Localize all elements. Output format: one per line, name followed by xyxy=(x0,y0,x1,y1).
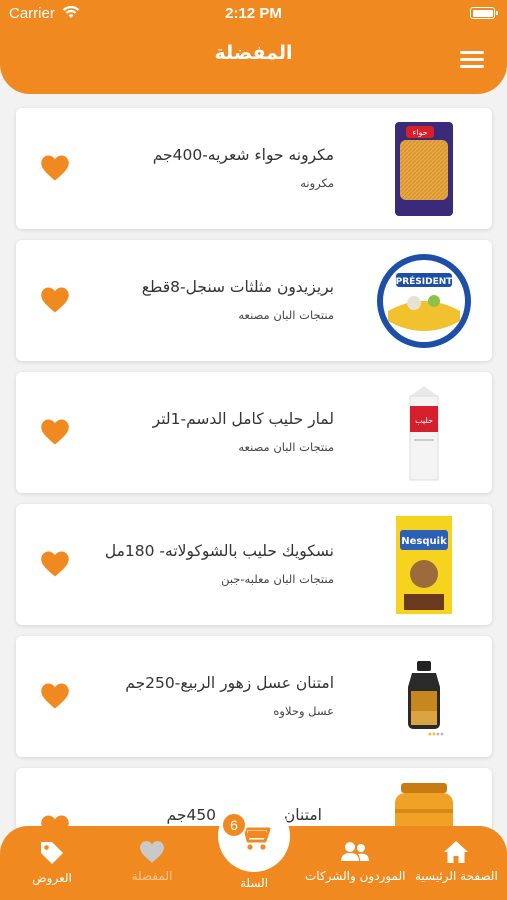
favorite-item-card[interactable]: لمار حليب كامل الدسم-1لتر منتجات البان م… xyxy=(16,372,492,493)
cart-count-badge: 6 xyxy=(221,812,247,838)
status-time: 2:12 PM xyxy=(225,5,282,22)
product-name-main: امتنان xyxy=(283,806,322,824)
nav-home[interactable]: الصفحة الرئيسية xyxy=(415,840,498,883)
heart-icon xyxy=(140,841,164,863)
battery-icon xyxy=(470,7,498,19)
favorites-list: مكرونه حواء شعريه-400جم مكرونه حواء بريز… xyxy=(16,108,492,900)
nav-offers[interactable]: العروض xyxy=(22,840,82,885)
favorite-item-card[interactable]: نسكويك حليب بالشوكولاته- 180مل منتجات ال… xyxy=(16,504,492,625)
heart-icon[interactable] xyxy=(40,682,70,710)
heart-icon[interactable] xyxy=(40,550,70,578)
tag-icon xyxy=(41,842,63,864)
status-bar: Carrier 2:12 PM xyxy=(0,0,507,28)
app-header: Carrier 2:12 PM المفضلة xyxy=(0,0,507,94)
nav-home-label: الصفحة الرئيسية xyxy=(415,869,498,883)
product-image xyxy=(370,644,478,749)
product-image: حليب xyxy=(370,380,478,485)
page-title: المفضلة xyxy=(214,42,293,64)
heart-icon[interactable] xyxy=(40,286,70,314)
nav-favorites-label: المفضلة xyxy=(131,869,173,883)
nav-favorites[interactable]: المفضلة xyxy=(122,840,182,883)
favorite-item-card[interactable]: امتنان عسل زهور الربيع-250جم عسل وحلاوه xyxy=(16,636,492,757)
svg-text:حليب: حليب xyxy=(415,416,433,425)
home-icon xyxy=(444,841,468,863)
nav-suppliers-label: الموردون والشركات xyxy=(305,869,406,883)
svg-text:حواء: حواء xyxy=(412,128,427,137)
product-image: PRÉSIDENT xyxy=(370,248,478,353)
product-name: امتنان عسل زهور الربيع-250جم xyxy=(125,674,334,692)
nav-offers-label: العروض xyxy=(32,871,72,885)
product-category: منتجات البان معلبه-جبن xyxy=(221,572,334,586)
heart-icon[interactable] xyxy=(40,154,70,182)
product-name: مكرونه حواء شعريه-400جم xyxy=(152,146,334,164)
hamburger-menu-icon[interactable] xyxy=(460,51,484,69)
favorite-item-card[interactable]: بريزيدون مثلثات سنجل-8قطع منتجات البان م… xyxy=(16,240,492,361)
users-icon xyxy=(341,842,369,861)
nav-cart-label: السلة xyxy=(239,876,269,890)
product-name: لمار حليب كامل الدسم-1لتر xyxy=(152,410,334,428)
product-category: مكرونه xyxy=(300,176,334,190)
product-image: حواء xyxy=(370,116,478,221)
nav-suppliers[interactable]: الموردون والشركات xyxy=(305,840,405,883)
product-category: عسل وحلاوه xyxy=(273,704,334,718)
svg-text:PRÉSIDENT: PRÉSIDENT xyxy=(396,275,454,287)
svg-text:Nesquik: Nesquik xyxy=(401,536,447,547)
product-image: Nesquik xyxy=(370,512,478,617)
product-category: منتجات البان مصنعه xyxy=(238,440,334,454)
product-name-suffix: 450جم xyxy=(166,806,217,824)
favorite-item-card[interactable]: مكرونه حواء شعريه-400جم مكرونه حواء xyxy=(16,108,492,229)
product-category: منتجات البان مصنعه xyxy=(238,308,334,322)
heart-icon[interactable] xyxy=(40,418,70,446)
product-name: نسكويك حليب بالشوكولاته- 180مل xyxy=(104,542,334,560)
product-name: بريزيدون مثلثات سنجل-8قطع xyxy=(141,278,334,296)
